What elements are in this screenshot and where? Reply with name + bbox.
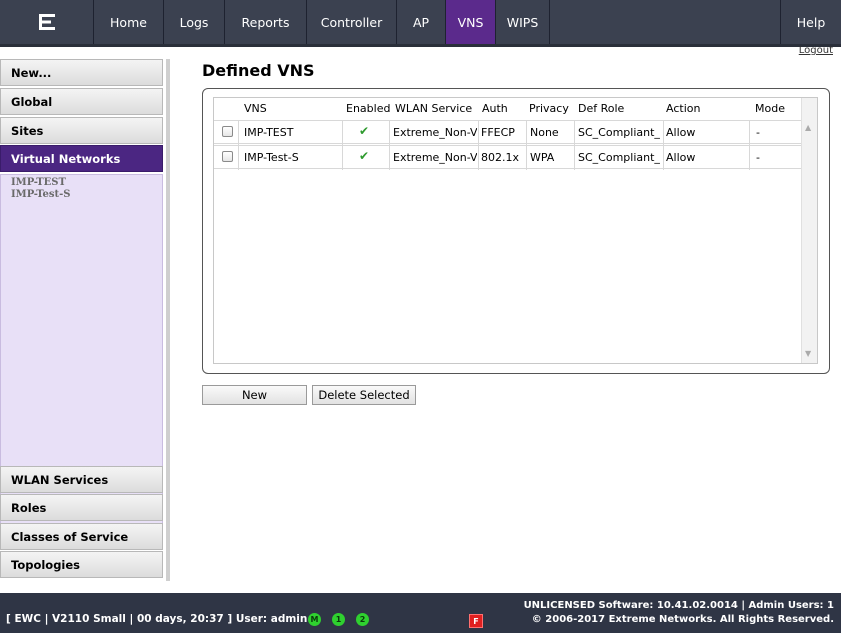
sidebar-item-wlan-services[interactable]: WLAN Services bbox=[0, 466, 163, 493]
sidebar-item-roles[interactable]: Roles bbox=[0, 494, 163, 521]
enabled-check-icon: ✔ bbox=[359, 149, 370, 163]
logout-link[interactable]: Logout bbox=[799, 45, 833, 56]
scroll-up-arrow-icon[interactable]: ▲ bbox=[805, 123, 811, 132]
tab-controller[interactable]: Controller bbox=[307, 0, 397, 44]
sidebar-item-new[interactable]: New... bbox=[0, 59, 163, 86]
cell-def-role: SC_Compliant_ bbox=[578, 126, 660, 139]
fault-indicator-icon[interactable]: F bbox=[469, 614, 483, 628]
vns-table: VNS Enabled WLAN Service Auth Privacy De… bbox=[213, 97, 818, 364]
tab-logs[interactable]: Logs bbox=[164, 0, 225, 44]
row-checkbox[interactable] bbox=[222, 151, 233, 162]
tab-ap[interactable]: AP bbox=[397, 0, 446, 44]
mode-status-icon: M bbox=[308, 613, 321, 626]
enabled-check-icon: ✔ bbox=[359, 124, 370, 138]
nav-spacer bbox=[550, 0, 781, 44]
cell-privacy: None bbox=[530, 126, 559, 139]
sidebar-item-virtual-networks[interactable]: Virtual Networks bbox=[0, 145, 163, 172]
cell-mode: - bbox=[756, 151, 760, 164]
status-1-icon: 1 bbox=[332, 613, 345, 626]
table-row[interactable]: IMP-TEST ✔ Extreme_Non-V FFECP None SC_C… bbox=[214, 120, 803, 145]
cell-mode: - bbox=[756, 126, 760, 139]
row-checkbox[interactable] bbox=[222, 126, 233, 137]
status-2-icon: 2 bbox=[356, 613, 369, 626]
table-scrollbar[interactable]: ▲ ▼ bbox=[801, 98, 817, 363]
cell-privacy: WPA bbox=[530, 151, 555, 164]
cell-auth: 802.1x bbox=[481, 151, 520, 164]
top-navigation-bar: Home Logs Reports Controller AP VNS WIPS… bbox=[0, 0, 841, 47]
cell-vns: IMP-TEST bbox=[244, 126, 294, 139]
cell-auth: FFECP bbox=[481, 126, 515, 139]
column-header-enabled[interactable]: Enabled bbox=[346, 102, 390, 115]
column-header-vns[interactable]: VNS bbox=[244, 102, 267, 115]
cell-wlan-service: Extreme_Non-V bbox=[393, 126, 477, 139]
sidebar-link-imp-test-s[interactable]: IMP-Test-S bbox=[11, 189, 71, 200]
cell-def-role: SC_Compliant_ bbox=[578, 151, 660, 164]
tab-vns[interactable]: VNS bbox=[446, 0, 496, 44]
new-button[interactable]: New bbox=[202, 385, 307, 405]
column-header-action[interactable]: Action bbox=[666, 102, 700, 115]
logo-icon bbox=[38, 14, 55, 30]
sidebar-item-sites[interactable]: Sites bbox=[0, 117, 163, 144]
delete-selected-button[interactable]: Delete Selected bbox=[312, 385, 416, 405]
sidebar-item-classes-of-service[interactable]: Classes of Service bbox=[0, 523, 163, 550]
column-header-privacy[interactable]: Privacy bbox=[529, 102, 569, 115]
column-header-auth[interactable]: Auth bbox=[482, 102, 508, 115]
extreme-networks-logo[interactable] bbox=[0, 0, 94, 44]
sidebar-item-topologies[interactable]: Topologies bbox=[0, 551, 163, 578]
column-header-mode[interactable]: Mode bbox=[755, 102, 785, 115]
cell-wlan-service: Extreme_Non-V bbox=[393, 151, 477, 164]
sidebar-link-imp-test[interactable]: IMP-TEST bbox=[11, 177, 66, 188]
license-info: UNLICENSED Software: 10.41.02.0014 | Adm… bbox=[523, 600, 834, 611]
sidebar-divider bbox=[166, 59, 170, 581]
copyright: © 2006-2017 Extreme Networks. All Rights… bbox=[531, 614, 834, 625]
cell-action: Allow bbox=[666, 126, 696, 139]
table-row[interactable]: IMP-Test-S ✔ Extreme_Non-V 802.1x WPA SC… bbox=[214, 145, 803, 170]
column-header-wlan-service[interactable]: WLAN Service bbox=[395, 102, 472, 115]
sidebar-item-global[interactable]: Global bbox=[0, 88, 163, 115]
cell-vns: IMP-Test-S bbox=[244, 151, 299, 164]
tab-help[interactable]: Help bbox=[781, 0, 841, 44]
cell-action: Allow bbox=[666, 151, 696, 164]
column-header-def-role[interactable]: Def Role bbox=[578, 102, 624, 115]
page-title: Defined VNS bbox=[202, 61, 315, 80]
scroll-down-arrow-icon[interactable]: ▼ bbox=[805, 349, 811, 358]
sidebar: New... Global Sites Virtual Networks IMP… bbox=[0, 59, 163, 579]
tab-home[interactable]: Home bbox=[94, 0, 164, 44]
tab-wips[interactable]: WIPS bbox=[496, 0, 550, 44]
status-footer: [ EWC | V2110 Small | 00 days, 20:37 ] U… bbox=[0, 593, 841, 633]
tab-reports[interactable]: Reports bbox=[225, 0, 307, 44]
controller-status-text: [ EWC | V2110 Small | 00 days, 20:37 ] U… bbox=[6, 613, 308, 625]
vns-table-frame: VNS Enabled WLAN Service Auth Privacy De… bbox=[202, 88, 830, 374]
